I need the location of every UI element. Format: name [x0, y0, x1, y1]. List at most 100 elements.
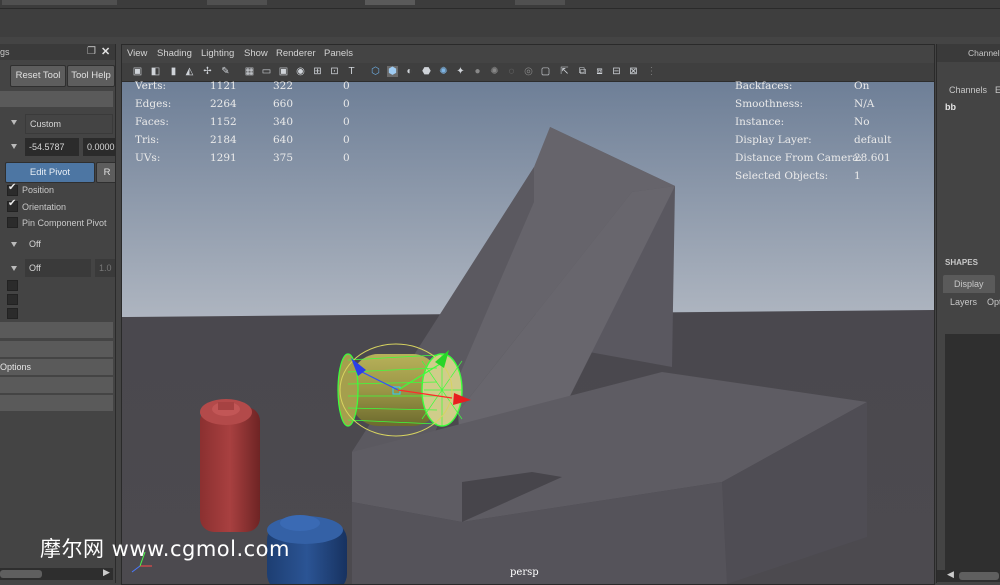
- option-checkbox[interactable]: [7, 294, 18, 305]
- hud-label: Instance:: [735, 116, 785, 128]
- antialiasing-icon[interactable]: ◌: [506, 66, 517, 77]
- hud-label: Faces:: [135, 116, 169, 128]
- collapsed-section[interactable]: [0, 395, 113, 411]
- screen-space-ao-icon[interactable]: ●: [472, 66, 483, 77]
- object-name[interactable]: bb: [945, 102, 956, 112]
- resolution-gate-icon[interactable]: ▣: [278, 66, 289, 77]
- edit-pivot-button[interactable]: Edit Pivot: [5, 162, 95, 183]
- hud-value: 1291: [210, 152, 237, 164]
- channels-tab[interactable]: Channels: [949, 85, 987, 95]
- shadows-icon[interactable]: ✦: [455, 66, 466, 77]
- grid-icon[interactable]: ▦: [244, 66, 255, 77]
- options-section[interactable]: Options: [0, 359, 113, 375]
- collapsed-section[interactable]: [0, 377, 113, 393]
- safe-title-icon[interactable]: T: [346, 66, 357, 77]
- grease-pencil-icon[interactable]: ✎: [220, 66, 231, 77]
- smooth-shade-icon[interactable]: ⬢: [387, 66, 398, 77]
- hud-value: 0: [343, 98, 350, 110]
- wireframe-on-shaded-icon[interactable]: ◐: [404, 66, 415, 77]
- hud-label: UVs:: [135, 152, 161, 164]
- watermark-text: 摩尔网 www.cgmol.com: [40, 537, 290, 561]
- snap-dropdown[interactable]: Off: [25, 235, 113, 253]
- float-panel-icon[interactable]: ❐: [87, 46, 96, 57]
- edit-tab[interactable]: E: [995, 85, 1000, 95]
- use-all-lights-icon[interactable]: ✺: [438, 66, 449, 77]
- chevron-down-icon[interactable]: [11, 242, 17, 247]
- tool-settings-panel: gs ❐ ✕ Reset Tool Tool Help Custom -54.5…: [0, 44, 116, 583]
- wireframe-icon[interactable]: ⬡: [370, 66, 381, 77]
- channel-box-title: Channel: [968, 48, 1000, 58]
- color-management-icon[interactable]: ⊠: [628, 66, 639, 77]
- hud-value: 1121: [210, 80, 237, 92]
- status-line-segment[interactable]: [515, 0, 565, 5]
- channel-box-header: Channel: [937, 44, 1000, 62]
- hud-label: Backfaces:: [735, 80, 793, 92]
- film-gate-icon[interactable]: ▭: [261, 66, 272, 77]
- scene-view[interactable]: Verts: 1121 322 0 Edges: 2264 660 0 Face…: [122, 80, 934, 584]
- gamma-icon[interactable]: ⊟: [611, 66, 622, 77]
- section-header[interactable]: [0, 91, 113, 107]
- hud-label: Distance From Camera:: [735, 152, 863, 164]
- display-tab[interactable]: Display: [943, 275, 995, 293]
- camera-icon[interactable]: ▣: [132, 66, 143, 77]
- menu-lighting[interactable]: Lighting: [201, 48, 234, 59]
- step-snap-dropdown[interactable]: Off: [25, 259, 91, 277]
- chevron-down-icon[interactable]: [11, 266, 17, 271]
- chevron-down-icon[interactable]: [11, 144, 17, 149]
- viewport-menu-bar: View Shading Lighting Show Renderer Pane…: [122, 45, 934, 63]
- reset-pivot-button[interactable]: R: [96, 162, 115, 183]
- orientation-label: Orientation: [22, 202, 67, 212]
- xray-components-icon[interactable]: ⧈: [594, 66, 605, 77]
- textured-icon[interactable]: ⬣: [421, 66, 432, 77]
- depth-of-field-icon[interactable]: ◎: [523, 66, 534, 77]
- field-chart-icon[interactable]: ⊞: [312, 66, 323, 77]
- horizontal-scrollbar[interactable]: ▶: [0, 567, 113, 580]
- xray-joints-icon[interactable]: ⧉: [577, 66, 588, 77]
- position-checkbox[interactable]: [7, 182, 18, 196]
- bookmark-icon[interactable]: ▮: [168, 66, 179, 77]
- pivot-x-field[interactable]: -54.5787: [25, 138, 79, 156]
- isolate-select-icon[interactable]: ▢: [540, 66, 551, 77]
- axis-orientation-dropdown[interactable]: Custom: [25, 114, 113, 134]
- scroll-left-icon[interactable]: ◀: [947, 569, 954, 580]
- tool-settings-title: gs: [0, 47, 10, 57]
- scrollbar-thumb[interactable]: [0, 570, 42, 578]
- pivot-y-field[interactable]: 0.0000: [83, 138, 115, 156]
- hud-label: Smoothness:: [735, 98, 804, 110]
- close-icon[interactable]: ✕: [101, 45, 110, 58]
- reset-tool-button[interactable]: Reset Tool: [10, 65, 66, 87]
- menu-panels[interactable]: Panels: [324, 48, 353, 59]
- hud-value: 0: [343, 134, 350, 146]
- status-line-segment[interactable]: [365, 0, 415, 5]
- safe-action-icon[interactable]: ⊡: [329, 66, 340, 77]
- chevron-down-icon[interactable]: [11, 120, 17, 125]
- scrollbar-thumb[interactable]: [959, 572, 999, 580]
- option-checkbox[interactable]: [7, 308, 18, 319]
- menu-view[interactable]: View: [127, 48, 147, 59]
- menu-renderer[interactable]: Renderer: [276, 48, 316, 59]
- horizontal-scrollbar[interactable]: ◀: [937, 569, 1000, 582]
- step-snap-value[interactable]: 1.0: [95, 259, 115, 277]
- orientation-checkbox[interactable]: [7, 198, 18, 212]
- layer-list[interactable]: [945, 334, 1000, 574]
- collapsed-section[interactable]: [0, 322, 113, 338]
- gate-mask-icon[interactable]: ◉: [295, 66, 306, 77]
- status-line-segment[interactable]: [207, 0, 267, 5]
- tool-help-button[interactable]: Tool Help: [67, 65, 115, 87]
- motion-blur-icon[interactable]: ✺: [489, 66, 500, 77]
- scroll-right-icon[interactable]: ▶: [103, 567, 110, 578]
- layers-tab[interactable]: Layers: [950, 297, 977, 307]
- image-plane-icon[interactable]: ◭: [184, 66, 195, 77]
- two-d-pan-icon[interactable]: ✢: [202, 66, 213, 77]
- menu-shading[interactable]: Shading: [157, 48, 192, 59]
- pin-component-pivot-checkbox[interactable]: [7, 217, 18, 228]
- camera-attributes-icon[interactable]: ◧: [150, 66, 161, 77]
- menu-show[interactable]: Show: [244, 48, 268, 59]
- collapsed-section[interactable]: [0, 341, 113, 357]
- status-line-segment[interactable]: [2, 0, 117, 5]
- option-checkbox[interactable]: [7, 280, 18, 291]
- options-tab[interactable]: Opt: [987, 297, 1000, 307]
- position-label: Position: [22, 185, 55, 195]
- xray-icon[interactable]: ⇱: [559, 66, 570, 77]
- viewport-panel[interactable]: View Shading Lighting Show Renderer Pane…: [121, 44, 935, 585]
